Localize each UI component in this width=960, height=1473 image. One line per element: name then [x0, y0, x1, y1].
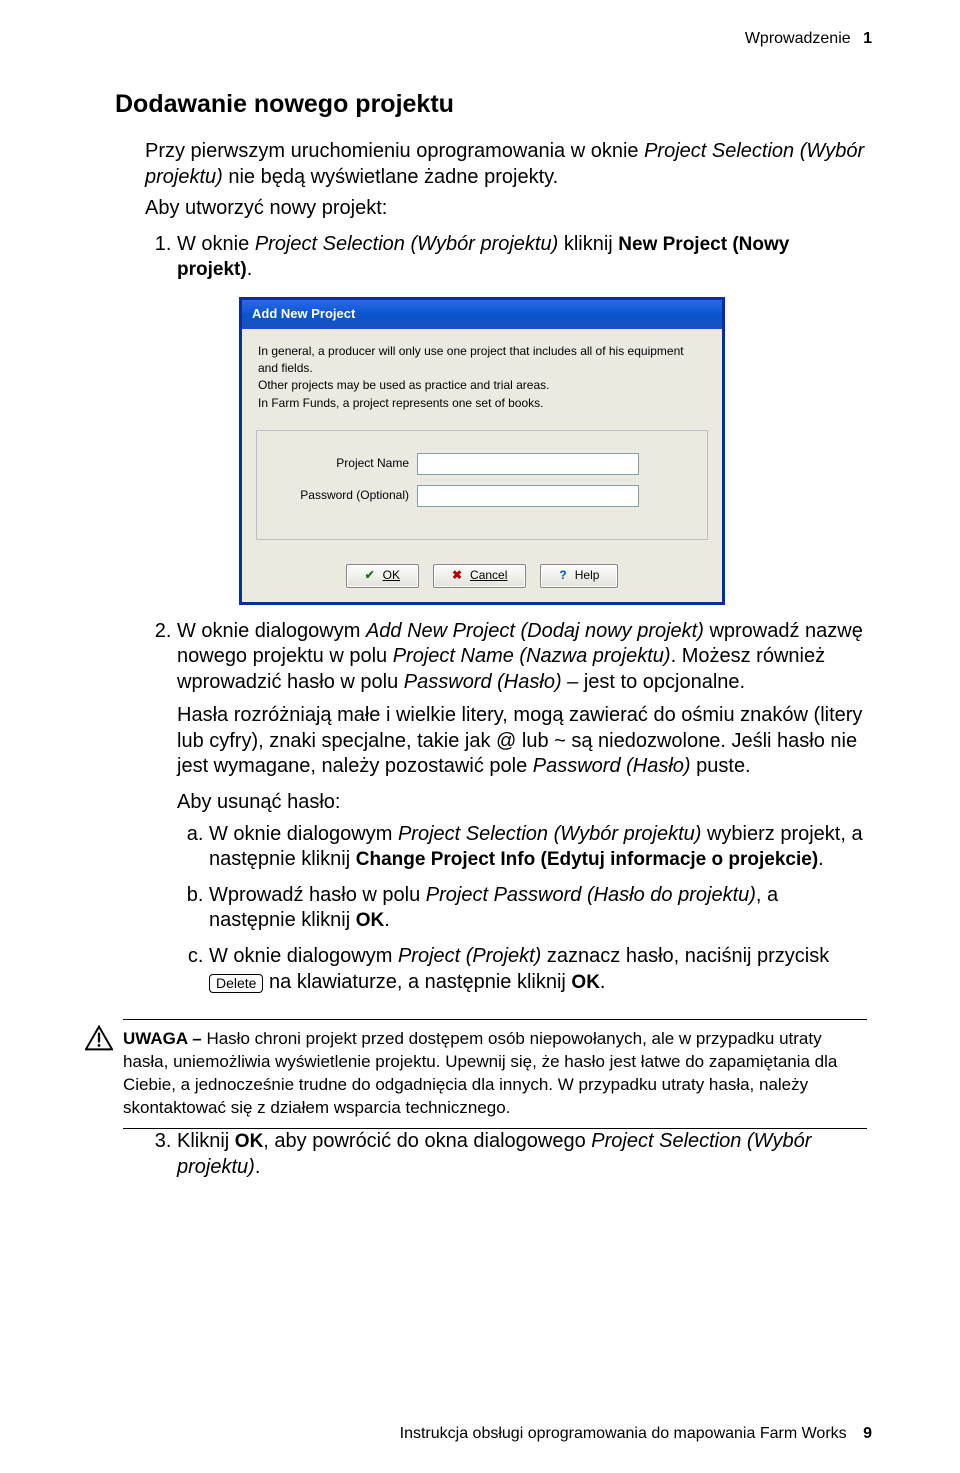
footer-title: Instrukcja obsługi oprogramowania do map… [400, 1425, 847, 1442]
text-italic: Project (Projekt) [398, 945, 541, 967]
text-italic: Project Password (Hasło do projektu) [426, 884, 756, 906]
label-project-name: Project Name [279, 456, 417, 471]
text: . [600, 971, 606, 993]
text: – jest to opcjonalne. [562, 671, 745, 693]
ok-button[interactable]: ✔ OK [346, 564, 419, 587]
button-label: Help [575, 568, 600, 583]
intro-paragraph: Przy pierwszym uruchomieniu oprogramowan… [145, 139, 867, 190]
text-italic: Add New Project (Dodaj nowy projekt) [366, 620, 704, 642]
substep-c: W oknie dialogowym Project (Projekt) zaz… [209, 944, 867, 995]
ui-label: OK [235, 1131, 264, 1152]
step-3: Kliknij OK, aby powrócić do okna dialogo… [177, 1129, 867, 1180]
dialog-info-line: In general, a producer will only use one… [258, 343, 706, 378]
text: . [384, 909, 390, 931]
delete-keycap: Delete [209, 974, 263, 994]
text: . [255, 1156, 261, 1178]
input-project-name[interactable] [417, 453, 639, 475]
text: W oknie [177, 233, 255, 255]
text-italic: Password (Hasło) [533, 755, 691, 777]
header-title: Wprowadzenie [745, 30, 851, 47]
text-italic: Password (Hasło) [404, 671, 562, 693]
ui-label: OK [571, 972, 600, 993]
dialog-fields-group: Project Name Password (Optional) [256, 430, 708, 540]
text-italic: Project Selection (Wybór projektu) [398, 823, 701, 845]
button-label: OK [383, 568, 400, 583]
text: Hasła rozróżniają małe i wielkie litery,… [177, 704, 862, 777]
text: nie będą wyświetlane żadne projekty. [223, 166, 558, 188]
dialog-info-line: Other projects may be used as practice a… [258, 377, 706, 394]
close-icon: ✖ [452, 568, 462, 583]
caution-body: Hasło chroni projekt przed dostępem osób… [123, 1029, 837, 1117]
page-number: 9 [863, 1425, 872, 1442]
caution-lead: UWAGA – [123, 1029, 206, 1048]
text: Przy pierwszym uruchomieniu oprogramowan… [145, 140, 644, 162]
step-1: W oknie Project Selection (Wybór projekt… [177, 232, 867, 605]
dialog-titlebar: Add New Project [242, 300, 722, 329]
text-italic: Project Name (Nazwa projektu) [393, 645, 671, 667]
text: na klawiaturze, a następnie kliknij [263, 971, 571, 993]
substep-a: W oknie dialogowym Project Selection (Wy… [209, 822, 867, 873]
dialog-info: In general, a producer will only use one… [242, 329, 722, 423]
ui-label: OK [356, 910, 385, 931]
text: zaznacz hasło, naciśnij przycisk [541, 945, 829, 967]
dialog-info-line: In Farm Funds, a project represents one … [258, 395, 706, 412]
caution-block: UWAGA – Hasło chroni projekt przed dostę… [85, 1019, 867, 1129]
text: . [247, 258, 253, 280]
text: . [818, 848, 824, 870]
help-button[interactable]: ? Help [540, 564, 618, 587]
page-footer: Instrukcja obsługi oprogramowania do map… [400, 1425, 872, 1443]
text: W oknie dialogowym [209, 823, 398, 845]
text: Kliknij [177, 1130, 235, 1152]
text: puste. [691, 755, 751, 777]
text: Wprowadź hasło w polu [209, 884, 426, 906]
label-password: Password (Optional) [279, 488, 417, 503]
button-label: Cancel [470, 568, 507, 583]
input-password[interactable] [417, 485, 639, 507]
question-icon: ? [559, 568, 566, 583]
warning-icon [85, 1019, 123, 1129]
header-chapter: 1 [863, 30, 872, 47]
text: , aby powrócić do okna dialogowego [263, 1130, 591, 1152]
section-title: Dodawanie nowego projektu [115, 90, 867, 119]
lead-paragraph: Aby utworzyć nowy projekt: [145, 196, 867, 222]
check-icon: ✔ [365, 568, 375, 583]
text: W oknie dialogowym [209, 945, 398, 967]
step-2: W oknie dialogowym Add New Project (Doda… [177, 619, 867, 996]
text: W oknie dialogowym [177, 620, 366, 642]
substep-b: Wprowadź hasło w polu Project Password (… [209, 883, 867, 934]
page-header: Wprowadzenie 1 [745, 30, 872, 48]
cancel-button[interactable]: ✖ Cancel [433, 564, 526, 587]
dialog-add-new-project: Add New Project In general, a producer w… [239, 297, 725, 605]
remove-password-lead: Aby usunąć hasło: [177, 790, 867, 816]
ui-label: Change Project Info (Edytuj informacje o… [356, 849, 818, 870]
text: kliknij [558, 233, 618, 255]
password-rules: Hasła rozróżniają małe i wielkie litery,… [177, 703, 867, 780]
text-italic: Project Selection (Wybór projektu) [255, 233, 558, 255]
